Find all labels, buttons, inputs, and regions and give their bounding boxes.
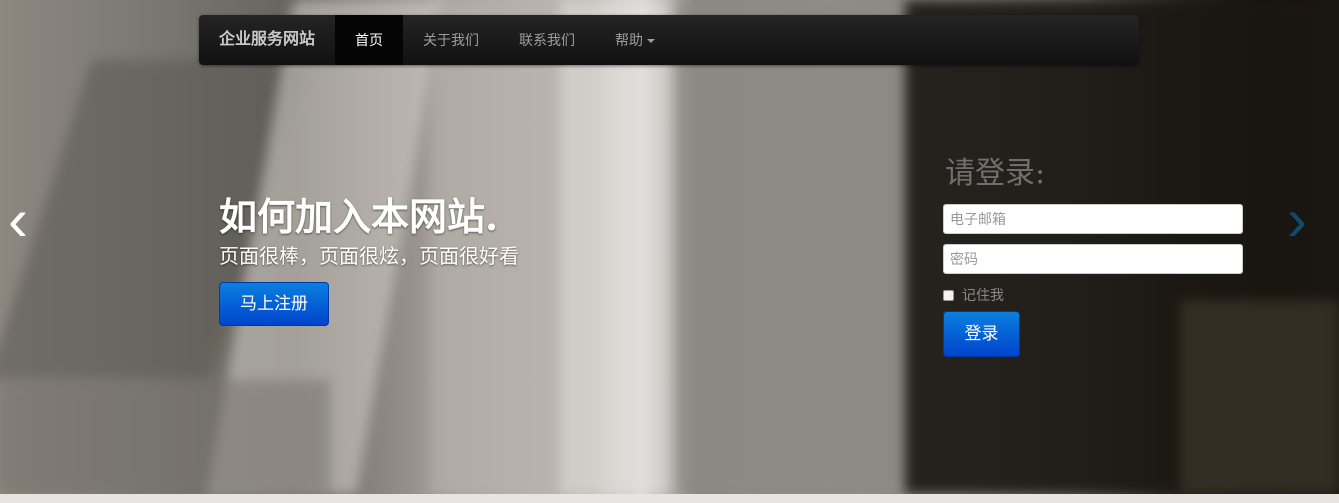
- nav-item-home[interactable]: 首页: [335, 15, 404, 65]
- top-navbar: 企业服务网站 首页 关于我们 联系我们 帮助: [199, 15, 1139, 65]
- background-photo-shape: [680, 0, 910, 494]
- login-form: 请登录: 记住我 登录: [943, 152, 1243, 357]
- carousel-subheading: 页面很棒，页面很炫，页面很好看: [219, 246, 519, 268]
- background-photo-shape: [0, 380, 330, 494]
- page-bottom-strip: [0, 494, 1339, 503]
- password-field[interactable]: [943, 244, 1243, 274]
- carousel-prev-arrow-icon[interactable]: ‹: [8, 180, 28, 260]
- carousel-heading: 如何加入本网站.: [219, 194, 499, 239]
- nav-item-help-dropdown[interactable]: 帮助: [595, 15, 675, 65]
- nav-item-contact[interactable]: 联系我们: [499, 15, 595, 65]
- nav-item-help-label: 帮助: [615, 32, 644, 48]
- caret-down-icon: [647, 39, 656, 44]
- hero-carousel: 企业服务网站 首页 关于我们 联系我们 帮助 ‹ › 如何加入本网站. 页面很棒…: [0, 0, 1339, 494]
- signup-button[interactable]: 马上注册: [219, 282, 329, 326]
- remember-me-checkbox[interactable]: [943, 289, 954, 301]
- login-title: 请登录:: [945, 156, 1046, 191]
- email-field[interactable]: [943, 204, 1243, 234]
- carousel-caption: 如何加入本网站. 页面很棒，页面很炫，页面很好看 马上注册: [219, 192, 519, 326]
- login-button[interactable]: 登录: [943, 311, 1020, 357]
- site-brand[interactable]: 企业服务网站: [199, 15, 335, 65]
- carousel-next-arrow-icon[interactable]: ›: [1287, 180, 1307, 260]
- remember-me[interactable]: 记住我: [943, 286, 1243, 304]
- nav-item-about[interactable]: 关于我们: [403, 15, 499, 65]
- remember-me-label: 记住我: [962, 287, 1004, 303]
- background-photo-shape: [560, 0, 670, 494]
